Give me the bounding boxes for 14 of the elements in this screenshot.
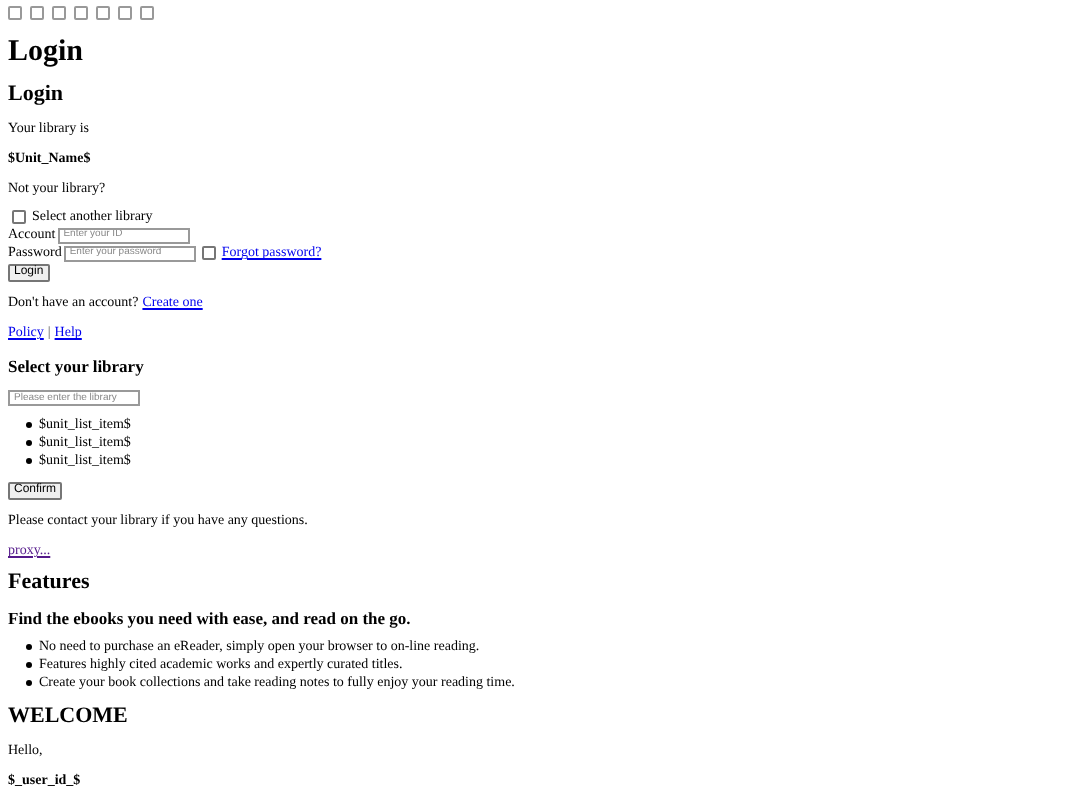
page-title: Login xyxy=(8,36,86,70)
welcome-heading: WELCOME xyxy=(8,704,130,730)
checkbox[interactable] xyxy=(201,245,216,260)
bullet-icon xyxy=(26,644,31,650)
bullet-icon xyxy=(26,422,31,428)
features-heading: Features xyxy=(8,570,92,596)
bullet-icon xyxy=(26,680,31,686)
login-heading: Login xyxy=(8,82,66,108)
bullet-icon xyxy=(26,662,31,668)
bullet-icon xyxy=(26,458,31,464)
bullet-icon xyxy=(26,440,31,446)
features-subheading: Find the ebooks you need with ease, and read on the go. xyxy=(8,608,413,628)
checkbox[interactable] xyxy=(12,210,26,224)
select-library-heading: Select your library xyxy=(8,356,146,376)
